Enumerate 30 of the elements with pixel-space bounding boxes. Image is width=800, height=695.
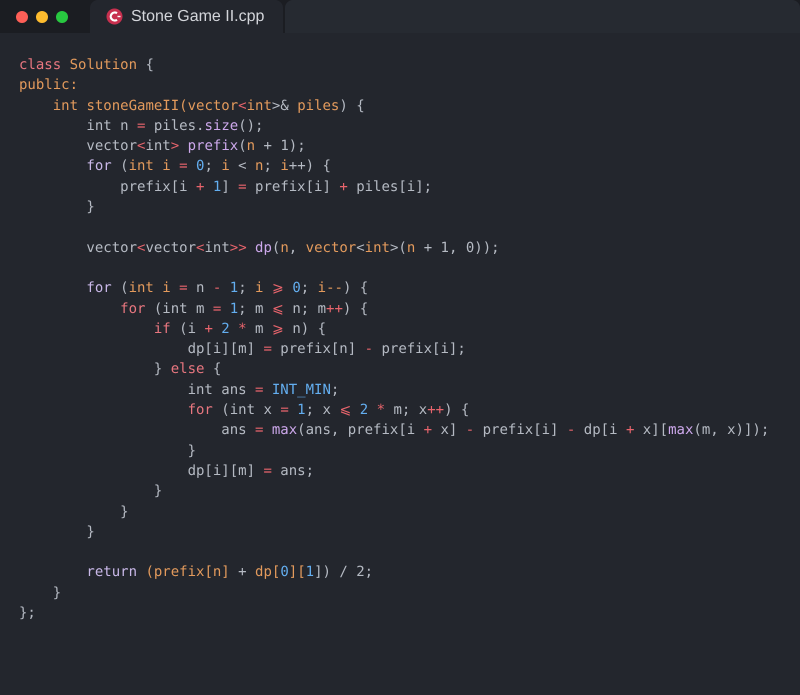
code-line: dp[i][m] = prefix[n] - prefix[i]; bbox=[186, 340, 466, 360]
code-line: }; bbox=[19, 604, 36, 624]
code-line: int stoneGameII(vector<int>& piles) { bbox=[52, 96, 365, 116]
code-line: for (int x = 1; x ⩽ 2 * m; x++) { bbox=[186, 401, 470, 420]
close-button[interactable] bbox=[16, 10, 28, 22]
code-line: int n = piles.size(); bbox=[85, 116, 264, 136]
code-line: } bbox=[85, 198, 95, 218]
code-line: if (i + 2 * m ⩾ n) { bbox=[152, 320, 326, 339]
cpp-file-icon bbox=[106, 8, 123, 25]
code-line: public: bbox=[19, 76, 78, 96]
code-line: } else { bbox=[152, 360, 222, 380]
minimize-button[interactable] bbox=[36, 10, 48, 22]
code-line: class Solution { bbox=[19, 56, 154, 75]
code-line: for (int i = n - 1; i ⩾ 0; i--) { bbox=[85, 279, 368, 298]
code-line: } bbox=[119, 502, 129, 522]
code-line: int ans = INT_MIN; bbox=[186, 380, 340, 400]
file-tab[interactable]: Stone Game II.cpp bbox=[90, 0, 283, 33]
code-line: dp[i][m] = ans; bbox=[186, 462, 314, 481]
code-line: for (int i = 0; i < n; i++) { bbox=[85, 157, 331, 176]
code-line: prefix[i + 1] = prefix[i] + piles[i]; bbox=[119, 178, 432, 197]
code-line: } bbox=[52, 584, 62, 603]
code-line: return (prefix[n] + dp[0][1]) / 2; bbox=[85, 563, 374, 582]
code-line: } bbox=[85, 522, 95, 542]
code-line: vector<vector<int>> dp(n, vector<int>(n + 1, 0)); bbox=[85, 238, 500, 258]
code-line: } bbox=[152, 482, 162, 502]
zoom-button[interactable] bbox=[56, 10, 68, 22]
code-line: } bbox=[186, 442, 196, 461]
code-line: ans = max(ans, prefix[i + x] - prefix[i] - dp[i + x][max(m, x)]); bbox=[220, 421, 770, 440]
code-line: for (int m = 1; m ⩽ n; m++) { bbox=[119, 300, 368, 319]
code-line: vector<int> prefix(n + 1); bbox=[85, 137, 306, 156]
